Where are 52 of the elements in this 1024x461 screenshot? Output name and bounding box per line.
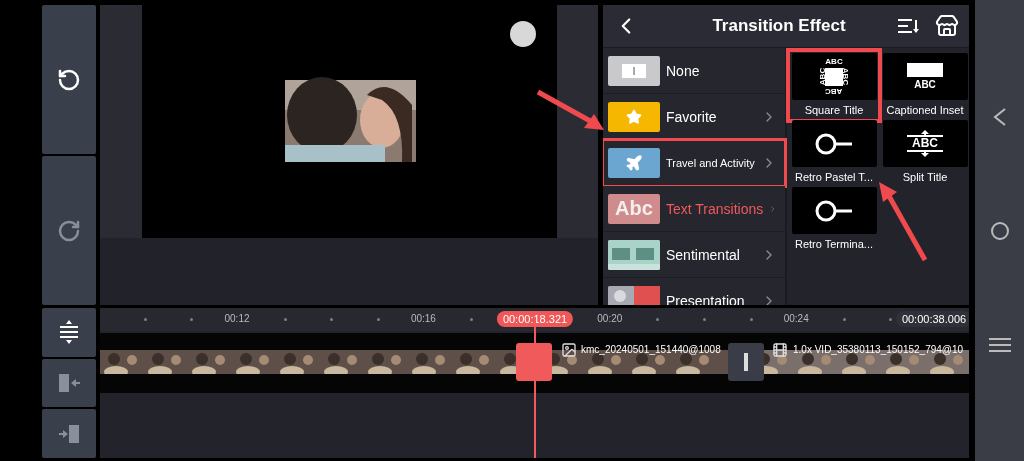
time-label: 00:12 xyxy=(224,313,250,324)
effect-tile[interactable]: ABC Split Title xyxy=(882,120,968,185)
thumbnail-text: Abc xyxy=(615,197,653,220)
expand-tracks-icon xyxy=(57,320,81,345)
thumbnail-text: ABC xyxy=(825,57,843,66)
effect-label: Retro Termina... xyxy=(794,238,874,250)
trim-right-icon xyxy=(57,423,81,444)
effect-tile[interactable]: Retro Pastel T... xyxy=(791,120,877,185)
effect-label: Split Title xyxy=(902,171,948,183)
film-icon xyxy=(772,342,788,358)
effect-label: Retro Pastel T... xyxy=(794,171,874,183)
clip-name: 1.0x VID_35380113_150152_794@10 xyxy=(793,344,964,355)
effect-tile[interactable]: ABC ABC ABC ABC Square Title xyxy=(791,53,877,118)
down-arrow-icon xyxy=(907,150,943,157)
end-time: 00:00:38.006 xyxy=(895,311,969,327)
undo-button[interactable] xyxy=(42,5,96,154)
transition-marker[interactable] xyxy=(728,343,764,381)
thumbnail-text: ABC xyxy=(841,67,851,86)
trim-right-button[interactable] xyxy=(42,409,96,458)
effect-tile[interactable]: ABC Captioned Inset xyxy=(882,53,968,118)
circle-line-icon xyxy=(814,198,854,223)
effect-tile[interactable]: Retro Termina... xyxy=(791,187,877,252)
thumbnail-text: ABC xyxy=(912,137,938,150)
annotation-arrow xyxy=(536,88,606,132)
effect-label: Captioned Inset xyxy=(886,104,964,116)
time-label: 00:16 xyxy=(410,313,436,324)
up-arrow-icon xyxy=(907,130,943,137)
time-label: 00:24 xyxy=(783,313,809,324)
blank-icon xyxy=(622,63,646,78)
bar-icon xyxy=(744,353,748,371)
home-nav-icon[interactable] xyxy=(989,221,1010,242)
thumbnail-text: ABC xyxy=(817,67,827,86)
menu-icon[interactable] xyxy=(988,337,1011,354)
star-icon xyxy=(626,108,642,125)
airplane-icon xyxy=(625,153,643,172)
back-nav-icon[interactable] xyxy=(992,107,1007,126)
clip-name: kmc_20240501_151440@1008 xyxy=(581,344,721,355)
playhead-time: 00:00:18.321 xyxy=(496,311,574,327)
title-square xyxy=(825,67,843,86)
image-icon xyxy=(561,342,577,358)
panel-title: Transition Effect xyxy=(711,16,847,36)
thumbnail-text: ABC xyxy=(914,79,936,90)
effect-label: Square Title xyxy=(804,104,864,116)
transition-marker[interactable] xyxy=(516,343,552,381)
time-label: 00:20 xyxy=(597,313,623,324)
inset-frame xyxy=(907,63,943,77)
trim-left-icon xyxy=(57,373,81,393)
category-item[interactable]: Travel and Activity xyxy=(603,140,785,186)
circle-line-icon xyxy=(814,131,854,156)
trim-left-button[interactable] xyxy=(42,358,96,408)
thumbnail-text: ABC xyxy=(825,87,843,96)
expand-button[interactable] xyxy=(42,308,96,357)
